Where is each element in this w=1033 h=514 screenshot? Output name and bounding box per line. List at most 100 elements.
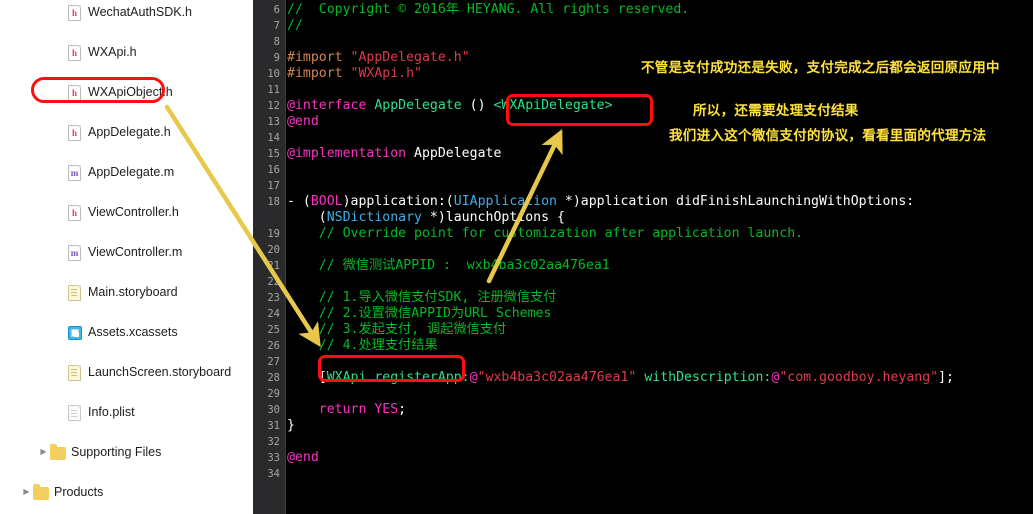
- code-line[interactable]: @interface AppDelegate () <WXApiDelegate…: [287, 98, 613, 114]
- disclosure-triangle-icon: ▶: [54, 408, 67, 416]
- file-tree-item[interactable]: ▶h AppDelegate.h: [0, 122, 253, 142]
- annotation-note-1: 不管是支付成功还是失败，支付完成之后都会返回原应用中: [641, 60, 1000, 76]
- file-tree-item[interactable]: ▶h WechatAuthSDK.h: [0, 2, 253, 22]
- line-number: 10: [267, 68, 280, 80]
- implementation-file-icon: m: [67, 164, 82, 181]
- header-file-icon: h: [67, 84, 82, 101]
- code-line[interactable]: [287, 354, 295, 370]
- line-number: 26: [267, 340, 280, 352]
- code-line[interactable]: @end: [287, 114, 319, 130]
- line-number: 17: [267, 180, 280, 192]
- code-line[interactable]: [287, 386, 295, 402]
- code-token: // 2.设置微信APPID为URL Schemes: [287, 306, 552, 321]
- code-line[interactable]: [287, 242, 295, 258]
- disclosure-triangle-icon: ▶: [54, 8, 67, 16]
- code-line[interactable]: [287, 34, 295, 50]
- code-line[interactable]: @implementation AppDelegate: [287, 146, 501, 162]
- code-token: ];: [938, 370, 954, 385]
- code-token: "WXApi.h": [350, 66, 422, 81]
- code-token: )application:(: [342, 194, 454, 209]
- file-tree-item[interactable]: ▶h WXApiObject.h: [0, 82, 253, 102]
- code-line[interactable]: [287, 274, 295, 290]
- code-line[interactable]: - (BOOL)application:(UIApplication *)app…: [287, 194, 914, 210]
- file-tree[interactable]: ▶hWechatAuthSDK.h ▶hWXApi.h ▶hWXApiObject.…: [0, 0, 253, 500]
- code-line[interactable]: return YES;: [287, 402, 406, 418]
- code-line[interactable]: [287, 82, 295, 98]
- code-line[interactable]: // Override point for customization afte…: [287, 226, 803, 242]
- code-line[interactable]: // 1.导入微信支付SDK, 注册微信支付: [287, 290, 557, 306]
- disclosure-triangle-icon[interactable]: ▶: [37, 448, 50, 456]
- file-tree-item[interactable]: ▶ Main.storyboard: [0, 282, 253, 302]
- code-token: "wxb4ba3c02aa476ea1": [477, 370, 637, 385]
- code-line[interactable]: [287, 466, 295, 482]
- line-number: 15: [267, 148, 280, 160]
- code-line[interactable]: //: [287, 18, 303, 34]
- code-token: AppDelegate: [374, 98, 470, 113]
- code-line[interactable]: // 3.发起支付, 调起微信支付: [287, 322, 506, 338]
- code-line[interactable]: [287, 434, 295, 450]
- line-number: 31: [267, 420, 280, 432]
- file-tree-item-label: AppDelegate.m: [88, 164, 175, 179]
- code-line[interactable]: #import "WXApi.h": [287, 66, 422, 82]
- code-line[interactable]: [WXApi registerApp:@"wxb4ba3c02aa476ea1"…: [287, 370, 954, 386]
- file-tree-item[interactable]: ▶ Info.plist: [0, 402, 253, 422]
- line-number: 6: [273, 4, 280, 16]
- file-tree-item[interactable]: ▶ Products: [0, 482, 253, 502]
- code-token: @implementation: [287, 146, 415, 161]
- disclosure-triangle-icon: ▶: [54, 288, 67, 296]
- file-tree-item[interactable]: ▶m AppDelegate.m: [0, 162, 253, 182]
- code-token: (: [287, 210, 327, 225]
- code-line[interactable]: [287, 162, 295, 178]
- code-line[interactable]: [287, 130, 295, 146]
- code-token: //: [287, 18, 303, 33]
- code-line[interactable]: [287, 178, 295, 194]
- file-tree-item[interactable]: ▶m ViewController.m: [0, 242, 253, 262]
- code-text-area[interactable]: // Copyright © 2016年 HEYANG. All rights …: [287, 0, 1033, 514]
- file-tree-item-label: ViewController.h: [88, 204, 179, 219]
- code-token: "AppDelegate.h": [350, 50, 470, 65]
- line-number: 16: [267, 164, 280, 176]
- annotation-note-3: 我们进入这个微信支付的协议，看看里面的代理方法: [669, 128, 987, 144]
- file-tree-item[interactable]: ▶ Supporting Files: [0, 442, 253, 462]
- disclosure-triangle-icon: ▶: [54, 88, 67, 96]
- code-token: AppDelegate: [414, 146, 502, 161]
- disclosure-triangle-icon: ▶: [54, 328, 67, 336]
- file-tree-item[interactable]: ▶ LaunchScreen.storyboard: [0, 362, 253, 382]
- line-number: 21: [267, 260, 280, 272]
- code-line[interactable]: // 微信测试APPID : wxb4ba3c02aa476ea1: [287, 258, 610, 274]
- source-code-editor[interactable]: 6 7 8 9 10 11 12 13 14 15 16 17 18 19 20 21 22 23 24 25 26 27…: [253, 0, 1033, 514]
- code-line[interactable]: // 4.处理支付结果: [287, 338, 438, 354]
- code-line[interactable]: @end: [287, 450, 319, 466]
- code-line[interactable]: // 2.设置微信APPID为URL Schemes: [287, 306, 552, 322]
- disclosure-triangle-icon: ▶: [54, 368, 67, 376]
- disclosure-triangle-icon[interactable]: ▶: [20, 488, 33, 496]
- line-number: 7: [273, 20, 280, 32]
- code-token: <WXApiDelegate>: [493, 98, 613, 113]
- code-line[interactable]: }: [287, 418, 295, 434]
- file-tree-item[interactable]: ▶h WXApi.h: [0, 42, 253, 62]
- disclosure-triangle-icon: ▶: [54, 168, 67, 176]
- code-token: // Copyright © 2016年 HEYANG. All rights …: [287, 2, 690, 17]
- code-token: (): [469, 98, 494, 113]
- code-token: // 1.导入微信支付SDK, 注册微信支付: [287, 290, 557, 305]
- annotation-note-2: 所以，还需要处理支付结果: [693, 103, 859, 119]
- code-token: UIApplication: [453, 194, 557, 209]
- screenshot-root: ▶hWechatAuthSDK.h ▶hWXApi.h ▶hWXApiObject.…: [0, 0, 1033, 514]
- code-token: *)launchOptions {: [421, 210, 565, 225]
- file-tree-item[interactable]: ▶ Assets.xcassets: [0, 322, 253, 342]
- code-token: // 3.发起支付, 调起微信支付: [287, 322, 507, 337]
- line-number: 19: [267, 228, 280, 240]
- implementation-file-icon: m: [67, 244, 82, 261]
- file-tree-item[interactable]: ▶h ViewController.h: [0, 202, 253, 222]
- code-line[interactable]: (NSDictionary *)launchOptions {: [287, 210, 565, 226]
- code-line[interactable]: #import "AppDelegate.h": [287, 50, 470, 66]
- header-file-icon: h: [67, 124, 82, 141]
- asset-catalog-icon: [67, 324, 82, 341]
- file-tree-item-label: Info.plist: [88, 404, 135, 419]
- disclosure-triangle-icon: ▶: [54, 248, 67, 256]
- project-navigator-sidebar[interactable]: ▶hWechatAuthSDK.h ▶hWXApi.h ▶hWXApiObject.…: [0, 0, 253, 514]
- code-token: @: [469, 370, 478, 385]
- code-line[interactable]: // Copyright © 2016年 HEYANG. All rights …: [287, 2, 689, 18]
- code-token: ;: [398, 402, 407, 417]
- storyboard-icon: [67, 364, 82, 381]
